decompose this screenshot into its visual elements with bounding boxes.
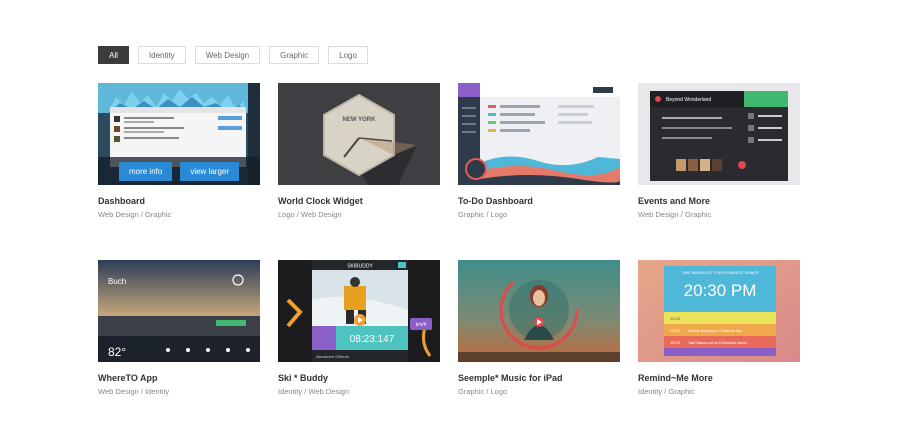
clock-city-label: NEW YORK — [343, 117, 377, 123]
thumbnail-dashboard[interactable]: more info view larger — [98, 83, 260, 185]
item-categories: Graphic / Logo — [458, 387, 508, 396]
remind-row-time: 12:30 — [670, 316, 681, 321]
whereto-thumbnail-image: Buch 82° — [98, 260, 260, 362]
filter-logo[interactable]: Logo — [328, 46, 368, 64]
item-title[interactable]: Ski * Buddy — [278, 373, 440, 383]
seemple-music-thumbnail-image — [458, 260, 620, 362]
whereto-city-label: Buch — [108, 277, 126, 286]
remind-row-time: 15:00 — [670, 340, 681, 345]
filter-all[interactable]: All — [98, 46, 129, 64]
thumbnail-world-clock[interactable]: NEW YORK — [278, 83, 440, 185]
portfolio-item-world-clock[interactable]: NEW YORK World Clock Widget Logo / Web D… — [278, 83, 440, 219]
filter-web-design[interactable]: Web Design — [194, 46, 261, 64]
ski-name-label: Alexandre Gilberto — [316, 354, 350, 359]
item-title[interactable]: Dashboard — [98, 196, 260, 206]
item-title[interactable]: Events and More — [638, 196, 800, 206]
filter-graphic[interactable]: Graphic — [269, 46, 320, 64]
thumbnail-events[interactable]: Beyond Wonderland — [638, 83, 800, 185]
item-categories: Logo / Web Design — [278, 210, 342, 219]
remind-row-item: Take Bianca out for a Romantic dinner — [688, 341, 748, 345]
view-larger-button[interactable]: view larger — [180, 161, 240, 181]
ski-time-label: 08:23:147 — [350, 334, 395, 345]
ski-speed-label: km/h — [416, 322, 427, 328]
item-categories: Identity / Graphic — [638, 387, 695, 396]
item-categories: Web Design / Graphic — [638, 210, 712, 219]
item-categories: Web Design / Graphic — [98, 210, 172, 219]
remind-me-thumbnail-image: TAKE BIANCA OUT FOR A ROMANTIC DINNER 20… — [638, 260, 800, 362]
item-title[interactable]: To-Do Dashboard — [458, 196, 620, 206]
events-title-label: Beyond Wonderland — [666, 97, 711, 103]
portfolio-item-remind-me[interactable]: TAKE BIANCA OUT FOR A ROMANTIC DINNER 20… — [638, 260, 800, 396]
thumbnail-remind-me[interactable]: TAKE BIANCA OUT FOR A ROMANTIC DINNER 20… — [638, 260, 800, 362]
item-categories: Web Design / Identity — [98, 387, 170, 396]
more-info-button[interactable]: more info — [118, 161, 173, 181]
portfolio-item-todo-dashboard[interactable]: To-Do Dashboard Graphic / Logo — [458, 83, 620, 219]
portfolio-item-dashboard[interactable]: more info view larger Dashboard Web Desi… — [98, 83, 260, 219]
thumbnail-todo-dashboard[interactable] — [458, 83, 620, 185]
remind-header-label: TAKE BIANCA OUT FOR A ROMANTIC DINNER — [682, 271, 759, 275]
portfolio-item-ski-buddy[interactable]: SKIBUDDY 08:23:147 Alexandre Gilberto km… — [278, 260, 440, 396]
filter-identity[interactable]: Identity — [137, 46, 186, 64]
filter-bar: All Identity Web Design Graphic Logo — [98, 46, 368, 64]
whereto-temp-label: 82° — [108, 345, 126, 359]
todo-dashboard-thumbnail-image — [458, 83, 620, 185]
item-title[interactable]: Seemple* Music for iPad — [458, 373, 620, 383]
ski-buddy-thumbnail-image: SKIBUDDY 08:23:147 Alexandre Gilberto km… — [278, 260, 440, 362]
item-categories: Graphic / Logo — [458, 210, 508, 219]
item-categories: Identity / Web Design — [278, 387, 350, 396]
ski-header-label: SKIBUDDY — [347, 264, 373, 270]
world-clock-thumbnail-image: NEW YORK — [278, 83, 440, 185]
thumbnail-overlay: more info view larger — [98, 157, 260, 185]
portfolio-item-whereto[interactable]: Buch 82° WhereTO App Web Design / Identi… — [98, 260, 260, 396]
item-title[interactable]: WhereTO App — [98, 373, 260, 383]
item-title[interactable]: World Clock Widget — [278, 196, 440, 206]
thumbnail-whereto[interactable]: Buch 82° — [98, 260, 260, 362]
events-thumbnail-image: Beyond Wonderland — [638, 83, 800, 185]
remind-row-time: 13:00 — [670, 328, 681, 333]
item-title[interactable]: Remind~Me More — [638, 373, 800, 383]
portfolio-item-events[interactable]: Beyond Wonderland Events and More Web De… — [638, 83, 800, 219]
remind-row-item: Holiday shopping & Christmas tree — [688, 329, 742, 333]
portfolio-item-seemple-music[interactable]: Seemple* Music for iPad Graphic / Logo — [458, 260, 620, 396]
thumbnail-seemple-music[interactable] — [458, 260, 620, 362]
remind-time-label: 20:30 PM — [684, 281, 757, 300]
thumbnail-ski-buddy[interactable]: SKIBUDDY 08:23:147 Alexandre Gilberto km… — [278, 260, 440, 362]
